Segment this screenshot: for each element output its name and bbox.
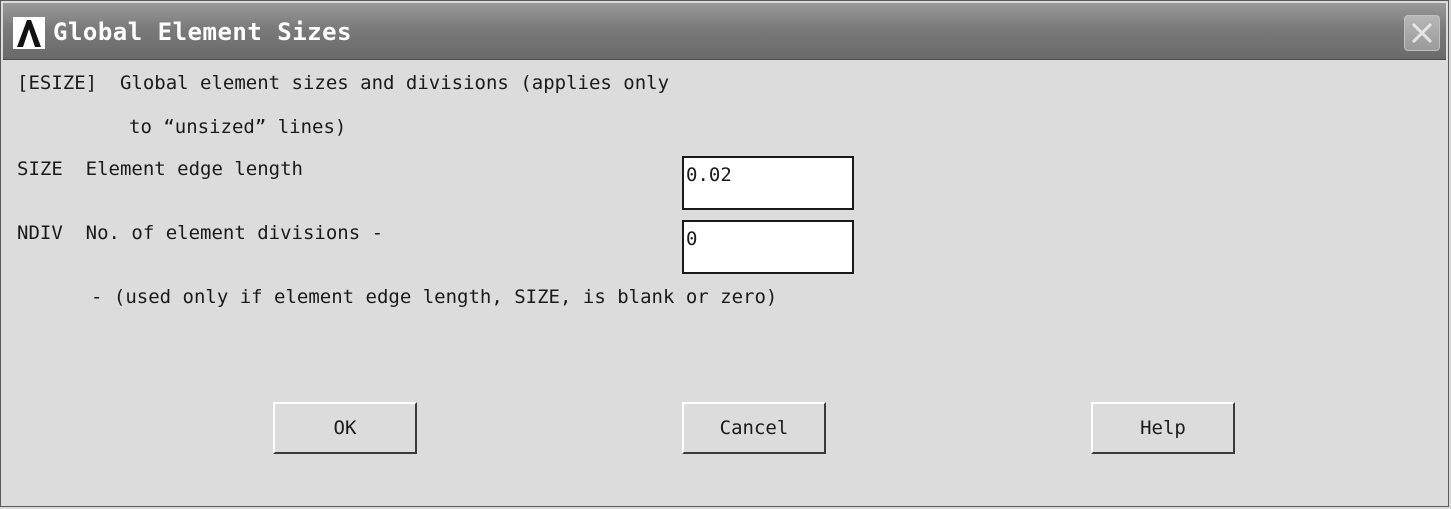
title-bar[interactable]: Global Element Sizes [3, 3, 1446, 60]
ndiv-note: - (used only if element edge length, SIZ… [91, 286, 778, 308]
cancel-button[interactable]: Cancel [682, 402, 826, 454]
size-input[interactable]: 0.02 [682, 156, 854, 210]
dialog-window: Global Element Sizes [ESIZE] Global elem… [0, 0, 1449, 507]
close-button[interactable] [1404, 15, 1440, 51]
ansys-logo-icon [13, 17, 45, 49]
close-icon [1411, 22, 1433, 44]
esize-description: [ESIZE] Global element sizes and divisio… [17, 72, 670, 94]
help-button[interactable]: Help [1091, 402, 1235, 454]
ok-button[interactable]: OK [273, 402, 417, 454]
size-label: SIZE Element edge length [17, 158, 303, 180]
esize-description-continued: to “unsized” lines) [129, 116, 347, 138]
ndiv-label: NDIV No. of element divisions - [17, 222, 384, 244]
window-title: Global Element Sizes [53, 18, 352, 46]
ndiv-input[interactable]: 0 [682, 220, 854, 274]
